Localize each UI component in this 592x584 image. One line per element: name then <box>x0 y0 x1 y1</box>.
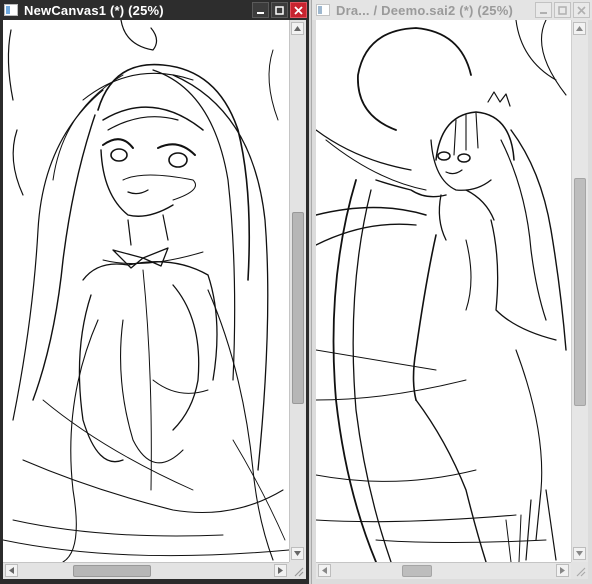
arrow-up-icon <box>576 26 583 31</box>
maximize-icon <box>275 5 284 15</box>
horizontal-scrollbar[interactable] <box>316 562 571 579</box>
close-button[interactable] <box>573 2 590 18</box>
vertical-scroll-thumb[interactable] <box>292 212 304 404</box>
vertical-scrollbar[interactable] <box>571 20 588 562</box>
scroll-down-button[interactable] <box>291 547 304 560</box>
scroll-left-button[interactable] <box>318 564 331 577</box>
arrow-up-icon <box>294 26 301 31</box>
horizontal-scrollbar[interactable] <box>3 562 289 579</box>
scroll-right-button[interactable] <box>274 564 287 577</box>
canvas-window-newcanvas1[interactable]: NewCanvas1 (*) (25%) <box>0 0 309 584</box>
arrow-left-icon <box>9 567 14 574</box>
scroll-up-button[interactable] <box>573 22 586 35</box>
drawing-canvas[interactable] <box>3 20 289 562</box>
minimize-icon <box>257 11 264 14</box>
vertical-scrollbar[interactable] <box>289 20 306 562</box>
drawing-canvas[interactable] <box>316 20 571 562</box>
scroll-down-button[interactable] <box>573 547 586 560</box>
scroll-up-button[interactable] <box>291 22 304 35</box>
horizontal-scroll-thumb[interactable] <box>73 565 151 577</box>
canvas-window-icon <box>4 4 18 16</box>
maximize-icon <box>558 5 567 15</box>
window-title: NewCanvas1 (*) (25%) <box>24 2 164 18</box>
window-title-bar[interactable]: NewCanvas1 (*) (25%) <box>0 0 309 20</box>
sketch-artwork <box>3 20 289 562</box>
maximize-button[interactable] <box>554 2 571 18</box>
arrow-right-icon <box>278 567 283 574</box>
close-icon <box>294 5 303 15</box>
arrow-right-icon <box>560 567 565 574</box>
arrow-left-icon <box>322 567 327 574</box>
arrow-down-icon <box>294 551 301 556</box>
minimize-button[interactable] <box>535 2 552 18</box>
arrow-down-icon <box>576 551 583 556</box>
minimize-button[interactable] <box>252 2 269 18</box>
resize-grip-icon <box>576 567 586 577</box>
window-title-bar[interactable]: Dra... / Deemo.sai2 (*) (25%) <box>312 0 592 20</box>
minimize-icon <box>540 11 547 14</box>
scroll-left-button[interactable] <box>5 564 18 577</box>
maximize-button[interactable] <box>271 2 288 18</box>
resize-grip[interactable] <box>571 562 588 579</box>
close-icon <box>577 5 586 15</box>
window-title: Dra... / Deemo.sai2 (*) (25%) <box>336 2 514 18</box>
scroll-right-button[interactable] <box>556 564 569 577</box>
canvas-window-deemo[interactable]: Dra... / Deemo.sai2 (*) (25%) <box>311 0 592 584</box>
horizontal-scroll-thumb[interactable] <box>402 565 432 577</box>
canvas-window-icon <box>316 4 330 16</box>
resize-grip-icon <box>294 567 304 577</box>
sketch-artwork <box>316 20 567 562</box>
close-button[interactable] <box>290 2 307 18</box>
resize-grip[interactable] <box>289 562 306 579</box>
vertical-scroll-thumb[interactable] <box>574 178 586 406</box>
